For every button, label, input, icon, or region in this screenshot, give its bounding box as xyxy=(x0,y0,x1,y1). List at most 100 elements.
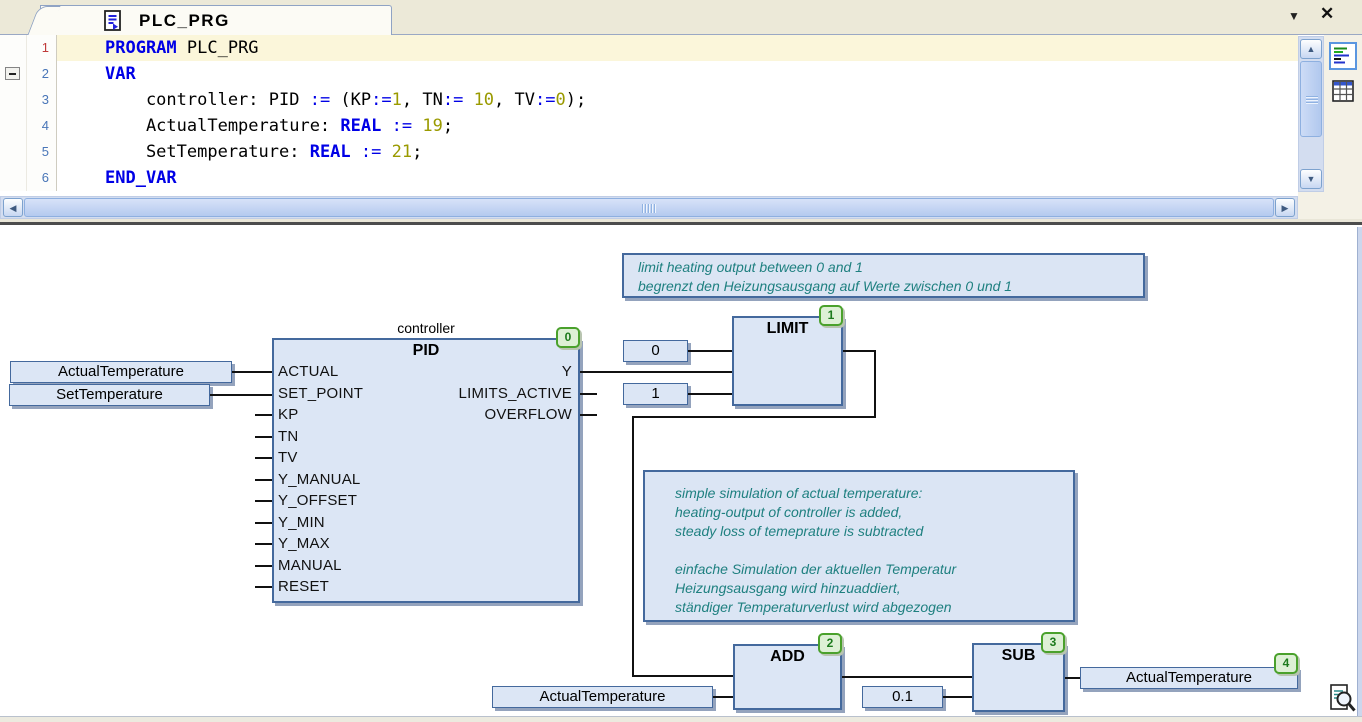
code-segment-pl: ); xyxy=(566,90,586,110)
input-pin-label: TV xyxy=(278,449,298,467)
code-text[interactable]: ActualTemperature: REAL := 19; xyxy=(57,113,1298,139)
code-line-3[interactable]: 3 controller: PID := (KP:=1, TN:= 10, TV… xyxy=(0,87,1298,113)
close-icon[interactable]: ✕ xyxy=(1320,4,1334,24)
scrollbar-corner xyxy=(1298,192,1324,219)
code-text[interactable]: END_VAR xyxy=(57,165,1298,191)
input-box-const-loss[interactable]: 0.1 xyxy=(862,686,943,708)
code-text[interactable]: VAR xyxy=(57,61,1298,87)
output-box-out-actual[interactable]: ActualTemperature xyxy=(1080,667,1298,689)
comment-limit-heating[interactable]: limit heating output between 0 and 1begr… xyxy=(622,253,1145,298)
code-segment-op: := xyxy=(310,90,330,110)
declaration-editor[interactable]: 1PROGRAM PLC_PRG2VAR3 controller: PID :=… xyxy=(0,35,1298,196)
code-line-1[interactable]: 1PROGRAM PLC_PRG xyxy=(0,35,1298,61)
table-view-icon xyxy=(1332,80,1354,102)
scroll-left-button[interactable]: ◀ xyxy=(3,198,23,217)
wire[interactable] xyxy=(232,371,272,373)
declaration-table-view-button[interactable] xyxy=(1332,80,1354,102)
line-number: 6 xyxy=(27,165,57,191)
wire[interactable] xyxy=(874,350,876,418)
execution-order-badge: 1 xyxy=(819,305,843,326)
wire[interactable] xyxy=(1065,677,1080,679)
horizontal-scroll-thumb[interactable] xyxy=(24,198,1274,217)
code-segment-pl: ; xyxy=(412,142,422,162)
input-box-in-set-pid[interactable]: SetTemperature xyxy=(9,384,210,406)
collapse-minus-icon[interactable] xyxy=(5,67,20,80)
output-pin-label: Y xyxy=(272,363,572,381)
code-segment-kw: END_VAR xyxy=(105,168,177,188)
horizontal-scrollbar[interactable]: ◀ ▶ xyxy=(0,196,1298,219)
wire[interactable] xyxy=(843,350,876,352)
scroll-up-button[interactable]: ▲ xyxy=(1300,39,1322,59)
code-segment-op: := xyxy=(361,142,381,162)
wire[interactable] xyxy=(210,394,272,396)
input-box-const-max[interactable]: 1 xyxy=(623,383,688,405)
limit-function-block[interactable]: LIMIT xyxy=(732,316,843,406)
block-type-label: PID xyxy=(274,342,578,360)
fold-margin xyxy=(0,87,27,113)
wire[interactable] xyxy=(943,696,972,698)
wire xyxy=(255,414,272,416)
code-text[interactable]: PROGRAM PLC_PRG xyxy=(57,35,1298,61)
declaration-text-view-button[interactable] xyxy=(1329,42,1357,70)
code-segment-num: 21 xyxy=(392,142,412,162)
code-segment-kw: REAL xyxy=(310,142,351,162)
input-pin-label: TN xyxy=(278,428,298,446)
thumb-grip-icon xyxy=(1306,96,1318,105)
fold-margin xyxy=(0,165,27,191)
wire[interactable] xyxy=(633,675,733,677)
input-pin-label: Y_OFFSET xyxy=(278,492,357,510)
editor-splitter[interactable] xyxy=(0,219,1362,227)
wire xyxy=(255,479,272,481)
code-segment-pl: , TV xyxy=(494,90,535,110)
execution-order-badge: 3 xyxy=(1041,632,1065,653)
wire[interactable] xyxy=(633,416,876,418)
vertical-scrollbar[interactable]: ▲ ▼ xyxy=(1298,36,1324,192)
wire[interactable] xyxy=(713,696,733,698)
code-segment-kw: VAR xyxy=(105,64,136,84)
wire[interactable] xyxy=(580,371,732,373)
line-number: 4 xyxy=(27,113,57,139)
code-segment-num: 0 xyxy=(555,90,565,110)
wire[interactable] xyxy=(688,350,732,352)
document-tab-bar: PLC_PRG xyxy=(0,0,1362,35)
code-line-2[interactable]: 2 VAR xyxy=(0,61,1298,87)
comment-simulation[interactable]: simple simulation of actual temperature:… xyxy=(643,470,1075,622)
code-line-6[interactable]: 6 END_VAR xyxy=(0,165,1298,191)
scroll-down-icon: ▼ xyxy=(1307,174,1316,184)
code-segment-pl: (KP xyxy=(330,90,371,110)
code-line-5[interactable]: 5 SetTemperature: REAL := 21; xyxy=(0,139,1298,165)
scroll-down-button[interactable]: ▼ xyxy=(1300,169,1322,189)
wire xyxy=(255,436,272,438)
wire[interactable] xyxy=(842,676,972,678)
cfc-zoom-button[interactable] xyxy=(1329,682,1357,715)
input-box-in-actual-pid[interactable]: ActualTemperature xyxy=(10,361,232,383)
code-text[interactable]: SetTemperature: REAL := 21; xyxy=(57,139,1298,165)
wire xyxy=(580,393,597,395)
code-lines: 1PROGRAM PLC_PRG2VAR3 controller: PID :=… xyxy=(0,35,1298,191)
scroll-right-button[interactable]: ▶ xyxy=(1275,198,1295,217)
tab-list-dropdown-icon[interactable]: ▼ xyxy=(1288,9,1300,23)
comment-line xyxy=(675,541,1069,560)
line-number: 2 xyxy=(27,61,57,87)
magnifier-document-icon xyxy=(1329,682,1357,715)
input-box-const-min[interactable]: 0 xyxy=(623,340,688,362)
wire[interactable] xyxy=(632,416,634,677)
code-segment-pl: PLC_PRG xyxy=(177,38,259,58)
code-segment-pl xyxy=(412,116,422,136)
fold-margin xyxy=(0,35,27,61)
execution-order-badge: 2 xyxy=(818,633,842,654)
tab-plc-prg[interactable]: PLC_PRG xyxy=(40,5,392,35)
wire xyxy=(580,414,597,416)
sub-function-block[interactable]: SUB xyxy=(972,643,1065,712)
code-segment-op: := xyxy=(443,90,463,110)
code-segment-pl xyxy=(463,90,473,110)
code-line-4[interactable]: 4 ActualTemperature: REAL := 19; xyxy=(0,113,1298,139)
code-segment-num: 10 xyxy=(474,90,494,110)
input-box-in-actual-add[interactable]: ActualTemperature xyxy=(492,686,713,708)
wire[interactable] xyxy=(688,393,732,395)
code-segment-pl: controller: PID xyxy=(105,90,310,110)
code-text[interactable]: controller: PID := (KP:=1, TN:= 10, TV:=… xyxy=(57,87,1298,113)
editor-view-toolbar xyxy=(1324,35,1362,219)
wire xyxy=(255,586,272,588)
vertical-scroll-thumb[interactable] xyxy=(1300,61,1322,137)
